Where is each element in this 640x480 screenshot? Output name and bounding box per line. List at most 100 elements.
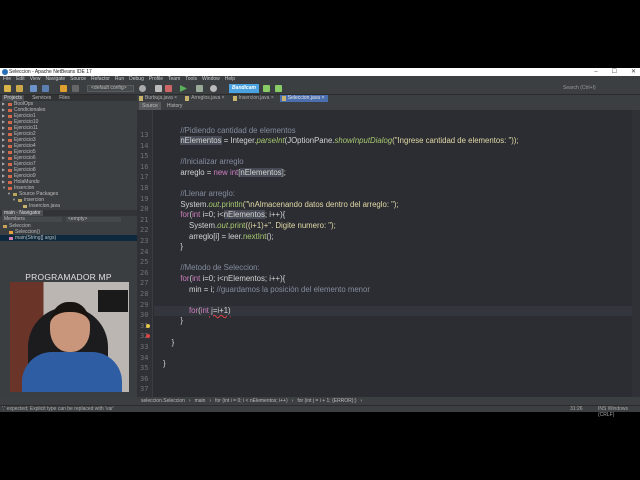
code-line[interactable] (154, 348, 640, 359)
menu-edit[interactable]: Edit (16, 76, 25, 83)
menu-help[interactable]: Help (225, 76, 235, 83)
line-number: 15 (140, 152, 149, 161)
code-line[interactable]: min = i; //guardamos la posición del ele… (154, 285, 640, 296)
menu-navigate[interactable]: Navigate (45, 76, 65, 83)
menu-team[interactable]: Team (168, 76, 180, 83)
code-line[interactable]: for(int i=0; i<nElementos; i++){ (154, 210, 640, 221)
redo-icon[interactable] (72, 85, 79, 92)
code-token: //Metodo de Seleccion: (180, 263, 260, 273)
method-icon (9, 230, 13, 234)
close-tab-icon[interactable]: × (320, 95, 324, 101)
code-line[interactable] (154, 147, 640, 158)
code-token: //guardamos la posición del elemento men… (216, 284, 370, 294)
code-line[interactable]: } (154, 316, 640, 327)
menu-profile[interactable]: Profile (149, 76, 163, 83)
project-folder-icon (8, 174, 12, 178)
code-line[interactable]: System.out.print((i+1)+". Digite numero:… (154, 221, 640, 232)
line-number: 24 (140, 247, 149, 256)
close-tab-icon[interactable]: × (220, 95, 225, 101)
line-number: 37 (140, 385, 149, 394)
expand-arrow-icon[interactable]: ▼ (12, 197, 16, 203)
menu-run[interactable]: Run (115, 76, 124, 83)
run-icon[interactable] (180, 85, 187, 92)
menu-refactor[interactable]: Refactor (91, 76, 110, 83)
save-all-icon[interactable] (42, 85, 49, 92)
code-line[interactable] (154, 295, 640, 306)
code-token: ; i++){ (264, 210, 286, 220)
settings-icon[interactable] (139, 85, 146, 92)
minimize-button[interactable]: – (594, 68, 597, 76)
code-line[interactable]: nElementos = Integer.parseInt(JOptionPan… (154, 136, 640, 147)
code-line[interactable]: //Pidiendo cantidad de elementos (154, 126, 640, 137)
config-select[interactable]: <default config> (87, 85, 134, 92)
menu-debug[interactable]: Debug (129, 76, 144, 83)
code-line[interactable]: //Metodo de Seleccion: (154, 263, 640, 274)
breadcrumb-item[interactable]: for (int i = 0; i < nElementos; i++) (215, 397, 288, 405)
code-line[interactable] (154, 253, 640, 264)
profile-icon[interactable] (210, 85, 217, 92)
menu-source[interactable]: Source (70, 76, 86, 83)
code-line[interactable]: } (154, 338, 640, 349)
file-tab[interactable]: Insercion.java × (231, 95, 278, 102)
tab-services[interactable]: Services (32, 95, 51, 101)
code-line[interactable]: arreglo[i] = leer.nextInt(); (154, 232, 640, 243)
breadcrumb-item[interactable]: seleccion.Seleccion (141, 397, 185, 405)
code-line[interactable]: //Inicializar arreglo (154, 157, 640, 168)
code-line[interactable]: } (154, 359, 640, 370)
code-token: } (163, 316, 183, 326)
new-project-icon[interactable] (4, 85, 11, 92)
expand-arrow-icon[interactable]: ▼ (7, 191, 11, 197)
open-project-icon[interactable] (16, 85, 23, 92)
search-input[interactable]: Search (Ctrl+I) (563, 85, 635, 92)
code-line[interactable] (154, 115, 640, 126)
members-select[interactable]: Members (2, 217, 62, 222)
file-tab-label: Burbuja.java (145, 95, 173, 101)
line-number: 18 (140, 184, 149, 192)
code-line[interactable]: arreglo = new int[nElementos]; (154, 168, 640, 179)
close-button[interactable]: ✕ (631, 68, 636, 76)
history-tab[interactable]: History (167, 102, 183, 110)
caret-position: 31:26 (570, 406, 583, 412)
menu-file[interactable]: File (3, 76, 11, 83)
code-line[interactable] (154, 179, 640, 190)
navigator-item[interactable]: main(String[] args) (0, 235, 137, 241)
editor-scrollbar[interactable] (632, 110, 640, 397)
menu-tools[interactable]: Tools (185, 76, 197, 83)
code-line[interactable]: for(int i=0; i<nElementos; i++){ (154, 274, 640, 285)
hint-bulb-icon[interactable] (146, 323, 150, 328)
code-token: nElementos (240, 168, 282, 177)
debug-icon[interactable] (196, 85, 203, 92)
build-icon[interactable] (155, 85, 162, 92)
error-icon[interactable] (146, 334, 150, 339)
code-line[interactable]: //Llenar arreglo: (154, 189, 640, 200)
line-number: 33 (140, 343, 149, 351)
close-tab-icon[interactable]: × (269, 95, 274, 101)
maximize-button[interactable]: ☐ (612, 68, 617, 76)
profile-ide-icon[interactable] (275, 85, 282, 92)
code-token: //Llenar arreglo: (180, 189, 235, 199)
close-tab-icon[interactable]: × (173, 95, 177, 101)
source-tab[interactable]: Source (139, 102, 161, 110)
tree-item[interactable]: Insercion.java (0, 203, 137, 209)
file-tab[interactable]: Arreglos.java × (183, 95, 229, 102)
menu-window[interactable]: Window (202, 76, 220, 83)
code-line[interactable] (154, 327, 640, 338)
code-line[interactable]: for(int j=i+1) (154, 305, 640, 317)
filter-select[interactable]: <empty> (66, 217, 121, 222)
new-file-icon[interactable] (30, 85, 37, 92)
code-line[interactable]: } (154, 242, 640, 253)
file-tab[interactable]: Burbuja.java × (137, 95, 181, 102)
menu-view[interactable]: View (30, 76, 41, 83)
expand-arrow-icon[interactable]: ▼ (2, 185, 6, 191)
undo-icon[interactable] (60, 85, 67, 92)
tab-files[interactable]: Files (59, 95, 70, 101)
code-line[interactable]: System.out.println("\nAlmacenando datos … (154, 200, 640, 211)
code-line[interactable] (154, 369, 640, 380)
file-tab[interactable]: Seleccion.java × (279, 95, 329, 102)
breadcrumb-item[interactable]: main (195, 397, 206, 405)
gc-icon[interactable] (263, 85, 270, 92)
class-icon (3, 224, 7, 228)
breadcrumb-item[interactable]: for (int j = i + 1; {ERROR};) (297, 397, 356, 405)
clean-build-icon[interactable] (165, 85, 172, 92)
